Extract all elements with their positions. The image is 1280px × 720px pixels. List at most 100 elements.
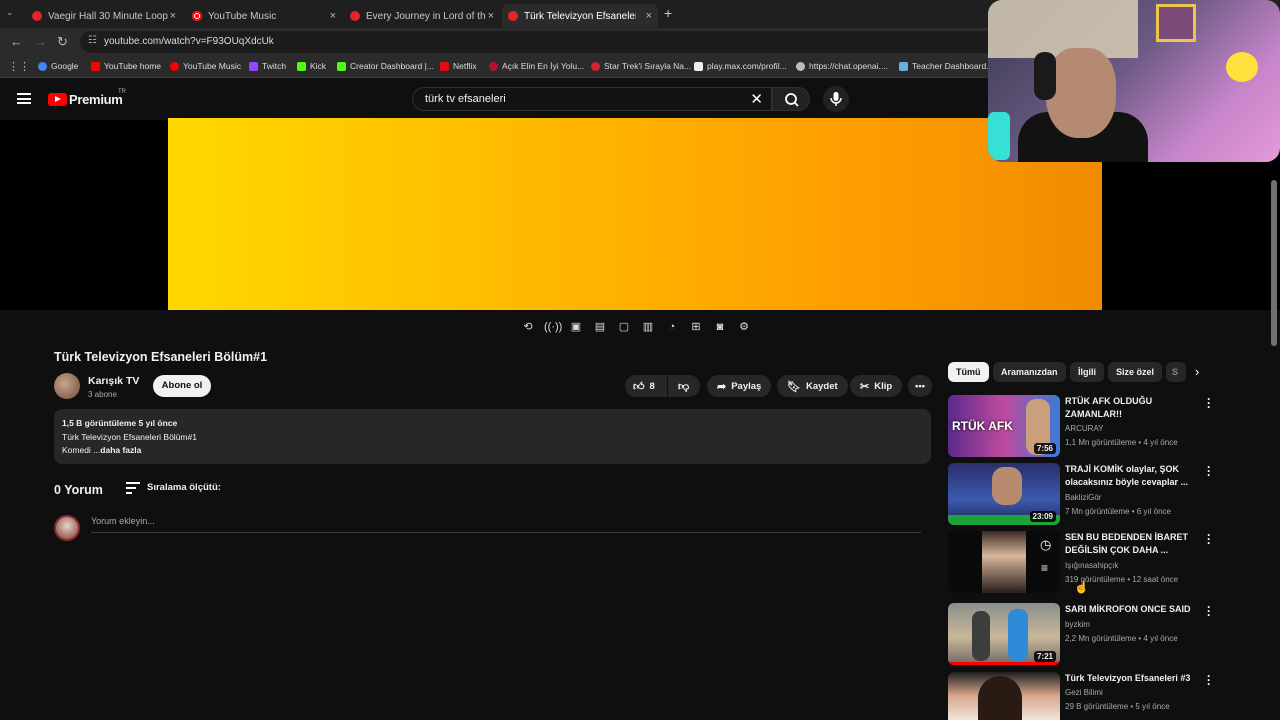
video-frame[interactable]: [168, 118, 1102, 310]
recommendation-title[interactable]: SEN BU BEDENDEN İBARET DEĞİLSİN ÇOK DAHA…: [1065, 531, 1195, 557]
loop-icon[interactable]: ⟲: [520, 320, 536, 334]
subscribe-button[interactable]: Abone ol: [153, 375, 211, 397]
more-vertical-icon[interactable]: · · ·: [1206, 601, 1212, 621]
duration-badge: 23:09: [1029, 511, 1056, 522]
bookmark-label: Star Trek'i Sırayla Na...: [604, 61, 692, 71]
youtube-premium-logo[interactable]: Premium: [69, 92, 123, 107]
bookmark-star-trek[interactable]: Star Trek'i Sırayla Na...: [591, 61, 691, 71]
bookmark-google[interactable]: Google: [38, 61, 78, 71]
sort-button[interactable]: Sıralama ölçütü:: [147, 482, 221, 493]
recommendation-channel: Gezi Bilimi: [1065, 688, 1103, 697]
dislike-button[interactable]: 👎︎: [668, 375, 700, 397]
tab-search-icon[interactable]: ⌄: [6, 7, 14, 18]
chip-partial[interactable]: S: [1166, 362, 1186, 382]
search-input[interactable]: türk tv efsaneleri ✕: [412, 87, 772, 111]
close-icon[interactable]: ×: [646, 10, 652, 22]
bookmark-play-max[interactable]: play.max.com/profil...: [694, 61, 787, 71]
back-icon[interactable]: ←: [10, 34, 23, 49]
recommendation-item[interactable]: Türk Televizyon Efsaneleri #3 Gezi Bilim…: [948, 670, 1218, 720]
more-vertical-icon[interactable]: · · ·: [1206, 529, 1212, 549]
video-thumbnail[interactable]: [948, 672, 1060, 720]
tab-vaegir-hall[interactable]: Vaegir Hall 30 Minute Loop - Yo ×: [26, 4, 182, 28]
region-label: TR: [118, 89, 126, 95]
close-icon[interactable]: ×: [170, 10, 176, 22]
video-thumbnail[interactable]: ◷ ≡: [948, 531, 1060, 593]
close-icon[interactable]: ×: [330, 10, 336, 22]
chip-from-search[interactable]: Aramanızdan: [993, 362, 1066, 382]
address-bar[interactable]: ☷ youtube.com/watch?v=F93OUqXdcUk: [80, 31, 1000, 53]
recommendation-title[interactable]: Türk Televizyon Efsaneleri #3: [1065, 672, 1195, 685]
voice-search-button[interactable]: [823, 86, 849, 112]
film-icon[interactable]: ▤: [592, 320, 608, 334]
more-vertical-icon[interactable]: · · ·: [1206, 393, 1212, 413]
forward-icon[interactable]: →: [34, 34, 47, 49]
like-button[interactable]: 👍︎ 8: [625, 375, 667, 397]
screen-icon[interactable]: ▢: [616, 320, 632, 334]
chip-for-you[interactable]: Size özel: [1108, 362, 1163, 382]
clear-search-icon[interactable]: ✕: [750, 90, 763, 108]
screenshot-icon[interactable]: ◙: [712, 320, 728, 334]
channel-avatar[interactable]: [54, 373, 80, 399]
bookmark-chat-openai[interactable]: https://chat.openai....: [796, 61, 888, 71]
recommendation-title[interactable]: RTÜK AFK OLDUĞU ZAMANLAR!!: [1065, 395, 1195, 421]
recommendation-meta: 1,1 Mn görüntüleme • 4 yıl önce: [1065, 438, 1178, 447]
bookmark-youtube-home[interactable]: YouTube home: [91, 61, 161, 71]
close-icon[interactable]: ×: [488, 10, 494, 22]
bookmark-netflix[interactable]: Netflix: [440, 61, 477, 71]
tab-lord-of-the-rings[interactable]: Every Journey in Lord of the Ri ×: [344, 4, 500, 28]
bookmark-twitch[interactable]: Twitch: [249, 61, 286, 71]
new-tab-button[interactable]: +: [664, 5, 672, 21]
site-info-icon[interactable]: ☷: [88, 35, 97, 46]
apps-icon[interactable]: ⋮⋮: [8, 60, 30, 73]
bookmark-youtube-music[interactable]: YouTube Music: [170, 61, 241, 71]
youtube-music-icon: [192, 11, 202, 21]
video-thumbnail[interactable]: 7:21: [948, 603, 1060, 665]
watch-mode-icon[interactable]: ▣: [568, 320, 584, 334]
menu-icon[interactable]: [17, 93, 31, 104]
recommendation-item[interactable]: 7:21 SARI MİKROFON ONCE SAID byzkim 2,2 …: [948, 601, 1218, 665]
youtube-music-icon: [170, 61, 179, 71]
tab-youtube-music[interactable]: YouTube Music ×: [186, 4, 342, 28]
bookmark-label: https://chat.openai....: [809, 61, 888, 71]
bookmark-acik-elin[interactable]: Açık Elin En İyi Yolu...: [489, 61, 584, 71]
speed-icon[interactable]: ◔: [664, 320, 680, 334]
page-scrollbar[interactable]: [1271, 180, 1277, 346]
recommendation-item[interactable]: 23:09 TRAJİ KOMİK olaylar, ŞOK olacaksın…: [948, 461, 1218, 525]
clip-button[interactable]: ✂ Klip: [850, 375, 903, 397]
reload-icon[interactable]: ↻: [57, 34, 68, 50]
channel-name[interactable]: Karışık TV: [88, 375, 139, 387]
duration-badge: 7:21: [1033, 651, 1056, 662]
search-button[interactable]: [772, 87, 810, 111]
recommendation-item[interactable]: RTÜK AFK 7:56 RTÜK AFK OLDUĞU ZAMANLAR!!…: [948, 393, 1218, 457]
tab-title: Vaegir Hall 30 Minute Loop - Yo: [48, 10, 168, 22]
add-screen-icon[interactable]: ⊞: [688, 320, 704, 334]
add-to-queue-icon[interactable]: ≡: [1041, 561, 1048, 575]
more-vertical-icon[interactable]: · · ·: [1206, 461, 1212, 481]
tab-turk-televizyon[interactable]: Türk Televizyon Efsaneleri Bölüm ×: [502, 4, 658, 28]
more-actions-button[interactable]: •••: [908, 375, 932, 397]
cinema-icon[interactable]: ▥: [640, 320, 656, 334]
chip-all[interactable]: Tümü: [948, 362, 989, 382]
chip-related[interactable]: İlgili: [1070, 362, 1104, 382]
youtube-logo-icon[interactable]: [48, 93, 67, 106]
gear-icon[interactable]: ⚙: [736, 320, 752, 334]
description-box[interactable]: 1,5 B görüntüleme 5 yıl önce Türk Televi…: [54, 409, 931, 464]
share-button[interactable]: ➦ Paylaş: [707, 375, 772, 397]
watch-later-icon[interactable]: ◷: [1040, 537, 1051, 553]
more-vertical-icon[interactable]: · · ·: [1206, 670, 1212, 690]
video-thumbnail[interactable]: RTÜK AFK 7:56: [948, 395, 1060, 457]
recommendation-title[interactable]: TRAJİ KOMİK olaylar, ŞOK olacaksınız böy…: [1065, 463, 1195, 489]
save-button[interactable]: 🔖︎ Kaydet: [777, 375, 848, 397]
sort-icon[interactable]: [126, 482, 140, 494]
bookmark-teacher-dashboard[interactable]: Teacher Dashboard...: [899, 61, 993, 71]
audio-icon[interactable]: ((·)): [544, 320, 562, 334]
bookmark-icon: 🔖︎: [787, 380, 801, 393]
bookmark-creator-dashboard[interactable]: Creator Dashboard |...: [337, 61, 434, 71]
chevron-right-icon[interactable]: ›: [1195, 364, 1199, 379]
show-more-link[interactable]: daha fazla: [100, 445, 141, 455]
comment-input[interactable]: Yorum ekleyin...: [91, 516, 921, 533]
video-thumbnail[interactable]: 23:09: [948, 463, 1060, 525]
more-horizontal-icon: •••: [915, 380, 925, 392]
bookmark-kick[interactable]: Kick: [297, 61, 326, 71]
recommendation-title[interactable]: SARI MİKROFON ONCE SAID: [1065, 603, 1195, 616]
